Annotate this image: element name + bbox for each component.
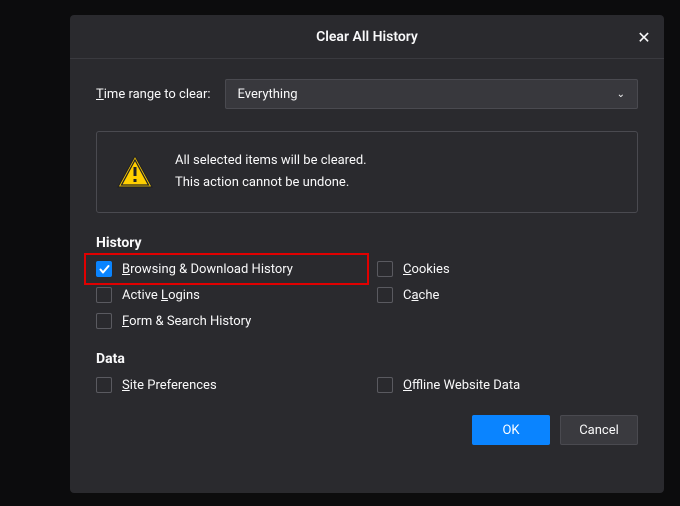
dialog-titlebar: Clear All History ✕ — [70, 15, 664, 59]
close-icon: ✕ — [637, 28, 650, 47]
dialog-content: Time range to clear: Everything ⌄ All se… — [70, 59, 664, 463]
data-options-grid: Site Preferences Offline Website Data — [96, 377, 638, 393]
warning-text: All selected items will be cleared. This… — [175, 150, 367, 194]
warning-panel: All selected items will be cleared. This… — [96, 131, 638, 213]
cookies-option[interactable]: Cookies — [377, 261, 638, 277]
cache-option[interactable]: Cache — [377, 287, 638, 303]
checkbox-icon — [96, 287, 112, 303]
section-data-title: Data — [96, 351, 638, 367]
ok-button[interactable]: OK — [472, 415, 550, 445]
close-button[interactable]: ✕ — [630, 23, 658, 51]
section-history-title: History — [96, 235, 638, 251]
warning-icon — [117, 155, 153, 189]
browsing-download-history-option[interactable]: Browsing & Download History — [96, 261, 293, 277]
clear-history-dialog: Clear All History ✕ Time range to clear:… — [70, 15, 664, 493]
dialog-title: Clear All History — [316, 29, 418, 45]
checkbox-icon — [96, 377, 112, 393]
time-range-row: Time range to clear: Everything ⌄ — [96, 79, 638, 109]
form-search-history-option[interactable]: Form & Search History — [96, 313, 357, 329]
checkbox-checked-icon — [96, 261, 112, 277]
cancel-button[interactable]: Cancel — [560, 415, 638, 445]
dialog-buttons: OK Cancel — [96, 415, 638, 445]
checkbox-icon — [377, 261, 393, 277]
chevron-down-icon: ⌄ — [617, 89, 625, 100]
checkbox-icon — [377, 377, 393, 393]
offline-website-data-option[interactable]: Offline Website Data — [377, 377, 638, 393]
time-range-value: Everything — [238, 87, 298, 102]
highlight-annotation: Browsing & Download History — [84, 253, 369, 285]
time-range-dropdown[interactable]: Everything ⌄ — [225, 79, 638, 109]
active-logins-option[interactable]: Active Logins — [96, 287, 357, 303]
time-range-label: Time range to clear: — [96, 87, 211, 102]
history-options-grid: Browsing & Download History Cookies Acti… — [96, 261, 638, 329]
site-preferences-option[interactable]: Site Preferences — [96, 377, 357, 393]
checkbox-icon — [377, 287, 393, 303]
checkbox-icon — [96, 313, 112, 329]
